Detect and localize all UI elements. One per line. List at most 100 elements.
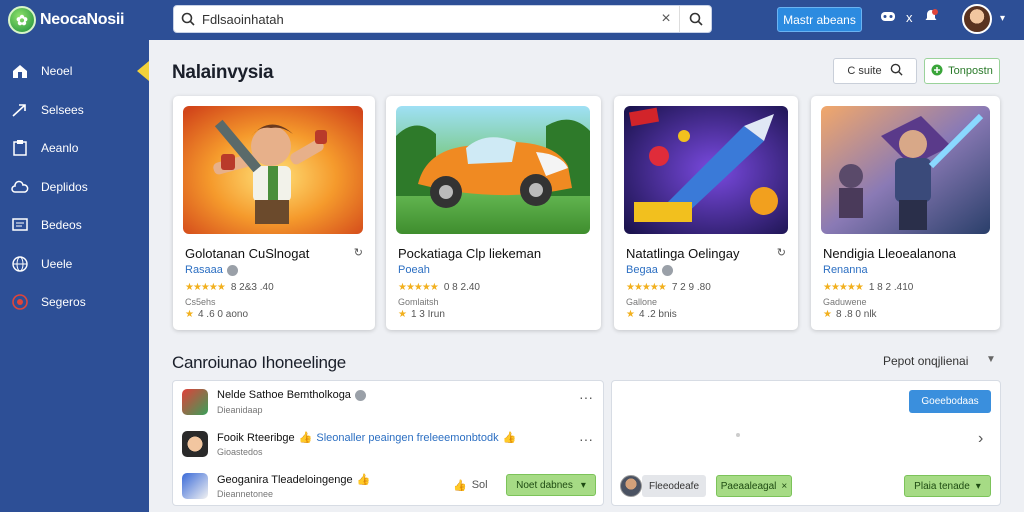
filter-button[interactable]: Tonpostn (924, 58, 1000, 84)
chevron-down-icon[interactable]: ▾ (1000, 13, 1005, 24)
chip-label[interactable]: Fleeodeafe (642, 475, 706, 497)
panel-button[interactable]: Goeebodaas (909, 390, 991, 413)
star-icon: ★ (185, 309, 194, 320)
stars-icon: ★★★★★ (398, 282, 439, 293)
section-title: Canroiunao Ihoneelinge (172, 353, 346, 372)
chip-tag[interactable]: Paeaaleagal × (716, 475, 792, 497)
hand-icon: 👍 (502, 432, 517, 444)
game-rating: ★★★★★ 0 8 2.40 (398, 282, 480, 293)
plus-icon (931, 64, 943, 79)
sidebar-item-aeanlo[interactable]: Aeanlo (0, 129, 149, 168)
section-sort-label[interactable]: Pepot onqjlienai (883, 354, 968, 368)
list-panel: Nelde Sathoe Bemtholkoga Dieanidaap ··· … (172, 380, 604, 506)
search-icon (174, 12, 202, 26)
sidebar-item-ueele[interactable]: Ueele (0, 245, 149, 284)
search-input[interactable] (202, 11, 653, 27)
arrow-icon (11, 101, 29, 119)
list-item-title: Geoganira Tleadeloingenge 👍 (217, 473, 371, 487)
brand[interactable]: ✿ NeocaNosii (0, 6, 150, 34)
share-icon[interactable]: ↻ (354, 246, 363, 259)
sidebar-item-deplidos[interactable]: Deplidos (0, 168, 149, 207)
chevron-down-icon: ▾ (975, 480, 981, 492)
sidebar-item-label: Segeros (41, 295, 86, 310)
clear-icon[interactable]: × (653, 10, 679, 28)
clipboard-icon (11, 139, 29, 157)
chevron-right-icon[interactable]: › (978, 430, 983, 448)
chip-select[interactable]: Plaia tenade ▾ (904, 475, 991, 497)
hand-icon: 👍 (298, 432, 313, 444)
close-icon[interactable]: x (906, 10, 913, 25)
more-icon[interactable]: ··· (579, 431, 593, 447)
share-icon[interactable]: ↻ (777, 246, 786, 259)
sidebar-item-selsees[interactable]: Selsees (0, 91, 149, 130)
stars-icon: ★★★★★ (823, 282, 864, 293)
game-size: Cs5ehs (185, 297, 216, 307)
stars-icon: ★★★★★ (626, 282, 667, 293)
game-downloads: ★ 4 .2 bnis (626, 309, 677, 320)
top-icons: x (880, 8, 939, 27)
screen-icon (11, 216, 29, 234)
list-item-sub: Dieanidaap (217, 405, 263, 415)
search-box: × (173, 5, 712, 33)
game-thumbnail (624, 106, 788, 234)
verified-icon (354, 389, 366, 401)
sidebar-item-label: Bedeos (41, 218, 82, 233)
search-icon (890, 63, 903, 79)
game-title: Nendigia Lleoealanona (823, 246, 957, 261)
sidebar-item-home[interactable]: Neoel (0, 52, 149, 91)
game-developer[interactable]: Poeah (398, 264, 430, 276)
close-icon: × (781, 480, 788, 492)
game-card[interactable]: Nendigia Lleoealanona Renanna ★★★★★ 1 8 2… (811, 96, 1000, 330)
game-title: Natatlinga Oelingay (626, 246, 740, 261)
game-downloads: ★ 8 .8 0 nlk (823, 309, 877, 320)
star-icon: ★ (626, 309, 635, 320)
page-title: Nalainvysia (172, 62, 274, 83)
sidebar: Neoel Selsees Aeanlo Deplidos Bedeos Uee… (0, 40, 149, 512)
sidebar-item-label: Deplidos (41, 179, 88, 194)
app-icon (182, 431, 208, 457)
avatar[interactable] (620, 475, 642, 497)
row-action-button[interactable]: Noet dabnes ▾ (506, 474, 596, 496)
user-avatar[interactable] (962, 4, 992, 34)
list-item[interactable]: Fooik Rteeribge 👍 Sleonaller peaingen frel… (173, 425, 603, 465)
sidebar-item-label: Aeanlo (41, 141, 79, 156)
game-developer[interactable]: Rasaaa (185, 264, 238, 276)
gamepad-icon[interactable] (880, 9, 896, 26)
list-item[interactable]: Nelde Sathoe Bemtholkoga Dieanidaap ··· (173, 383, 603, 423)
game-developer[interactable]: Renanna (823, 264, 868, 276)
sidebar-item-bedeos[interactable]: Bedeos (0, 206, 149, 245)
more-icon[interactable]: ··· (579, 389, 593, 405)
app-icon (182, 473, 208, 499)
bell-icon[interactable] (923, 8, 939, 27)
likes-count[interactable]: 👍 Sol (453, 479, 488, 492)
brand-name: NeocaNosii (40, 11, 125, 28)
chevron-down-icon[interactable]: ▼ (986, 354, 996, 365)
game-rating: ★★★★★ 7 2 9 .80 (626, 282, 711, 293)
search-button[interactable] (679, 6, 711, 32)
game-downloads: ★ 4 .6 0 aono (185, 309, 249, 320)
sidebar-item-segeros[interactable]: Segeros (0, 283, 149, 322)
target-icon (11, 293, 29, 311)
brand-logo-icon: ✿ (8, 6, 36, 34)
game-card[interactable]: Pockatiaga Clp liekeman Poeah ★★★★★ 0 8 2… (386, 96, 601, 330)
dot (736, 433, 740, 437)
game-card[interactable]: Natatlinga Oelingay ↻ Begaa ★★★★★ 7 2 9 .… (614, 96, 798, 330)
stars-icon: ★★★★★ (185, 282, 226, 293)
game-thumbnail (821, 106, 990, 234)
sort-button[interactable]: C suite (833, 58, 917, 84)
list-item-sub: Gioastedos (217, 447, 263, 457)
star-icon: ★ (398, 309, 407, 320)
app-icon (182, 389, 208, 415)
game-developer[interactable]: Begaa (626, 264, 673, 276)
chevron-down-icon: ▾ (580, 479, 586, 491)
game-card[interactable]: Golotanan CuSlnogat ↻ Rasaaa ★★★★★ 8 2&3 … (173, 96, 375, 330)
game-title: Golotanan CuSlnogat (185, 246, 310, 261)
sidebar-item-label: Ueele (41, 256, 73, 271)
list-item-title: Fooik Rteeribge 👍 Sleonaller peaingen frel… (217, 431, 517, 445)
sidebar-item-label: Selsees (41, 102, 84, 117)
top-cta-button[interactable]: Mastr abeans (777, 7, 862, 32)
verified-icon (226, 264, 238, 276)
verified-icon (661, 264, 673, 276)
star-icon: ★ (823, 309, 832, 320)
list-item-sub: Dieannetonee (217, 489, 274, 499)
